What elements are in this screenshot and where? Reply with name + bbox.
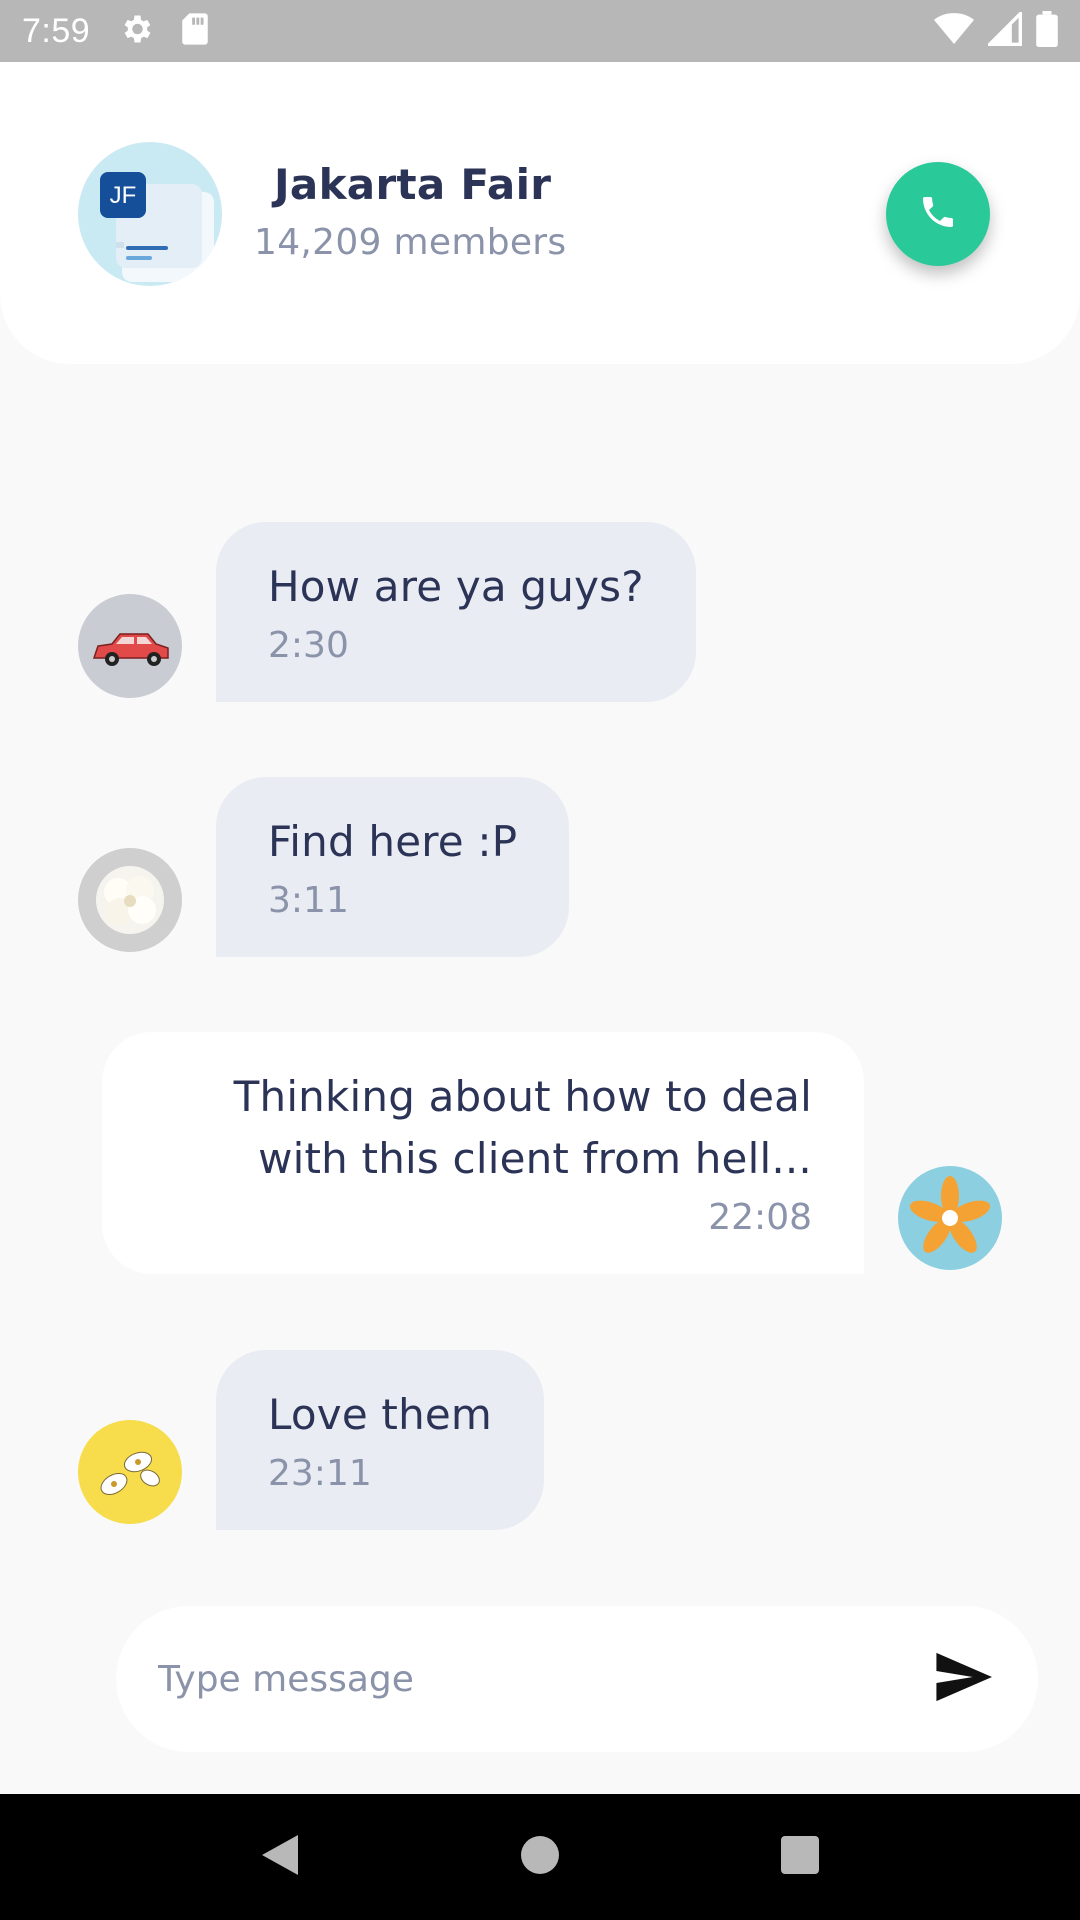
status-icons-left bbox=[118, 11, 210, 51]
message-time: 22:08 bbox=[708, 1197, 812, 1238]
message-text-line: Thinking about how to deal bbox=[233, 1072, 812, 1121]
status-time: 7:59 bbox=[22, 11, 91, 50]
message-input[interactable] bbox=[158, 1658, 928, 1700]
nav-recents-button[interactable] bbox=[760, 1817, 840, 1897]
send-button[interactable] bbox=[928, 1644, 998, 1714]
message-text: Find here :P bbox=[268, 817, 518, 866]
message-bubble[interactable]: Love them 23:11 bbox=[216, 1350, 545, 1530]
message-bubble[interactable]: Find here :P 3:11 bbox=[216, 777, 570, 957]
group-avatar-badge-text: JF bbox=[110, 182, 137, 209]
own-avatar-orange-flower[interactable] bbox=[898, 1166, 1002, 1270]
member-count: 14,209 members bbox=[254, 222, 567, 263]
signal-icon bbox=[985, 9, 1022, 50]
message-bubble-outgoing[interactable]: Thinking about how to deal with this cli… bbox=[102, 1032, 864, 1274]
sd-card-icon bbox=[180, 12, 210, 50]
message-composer bbox=[116, 1606, 1038, 1752]
battery-icon bbox=[1036, 11, 1058, 51]
home-icon bbox=[520, 1835, 560, 1879]
daisy-icon bbox=[100, 1451, 160, 1495]
chat-header: JF Jakarta Fair 14,209 members bbox=[0, 62, 1080, 364]
orange-flower-icon bbox=[909, 1176, 991, 1253]
settings-icon bbox=[118, 11, 154, 51]
message-bubble[interactable]: How are ya guys? 2:30 bbox=[216, 522, 696, 702]
message-text: Love them bbox=[268, 1390, 493, 1439]
sender-avatar-white-flower[interactable] bbox=[78, 848, 182, 952]
message-time: 3:11 bbox=[268, 880, 349, 921]
message-text-line: with this client from hell... bbox=[258, 1134, 812, 1183]
nav-home-button[interactable] bbox=[500, 1817, 580, 1897]
send-icon bbox=[934, 1652, 992, 1706]
call-button[interactable] bbox=[886, 162, 990, 266]
status-icons-right bbox=[934, 9, 1058, 51]
system-nav-bar bbox=[0, 1794, 1080, 1920]
back-icon bbox=[258, 1831, 302, 1883]
sender-avatar-car[interactable] bbox=[78, 594, 182, 698]
group-avatar[interactable]: JF bbox=[78, 142, 222, 286]
sender-avatar-yellow-daisy[interactable] bbox=[78, 1420, 182, 1524]
white-flower-icon bbox=[96, 866, 164, 934]
message-time: 23:11 bbox=[268, 1453, 372, 1494]
message-text: How are ya guys? bbox=[268, 562, 644, 611]
wifi-icon bbox=[934, 12, 974, 50]
phone-icon bbox=[918, 192, 958, 236]
message-time: 2:30 bbox=[268, 625, 349, 666]
document-illustration-icon: JF bbox=[100, 172, 214, 282]
car-icon bbox=[92, 633, 169, 666]
status-bar: 7:59 bbox=[0, 0, 1080, 62]
recents-icon bbox=[780, 1835, 820, 1879]
nav-back-button[interactable] bbox=[240, 1817, 320, 1897]
group-title: Jakarta Fair bbox=[274, 160, 552, 209]
